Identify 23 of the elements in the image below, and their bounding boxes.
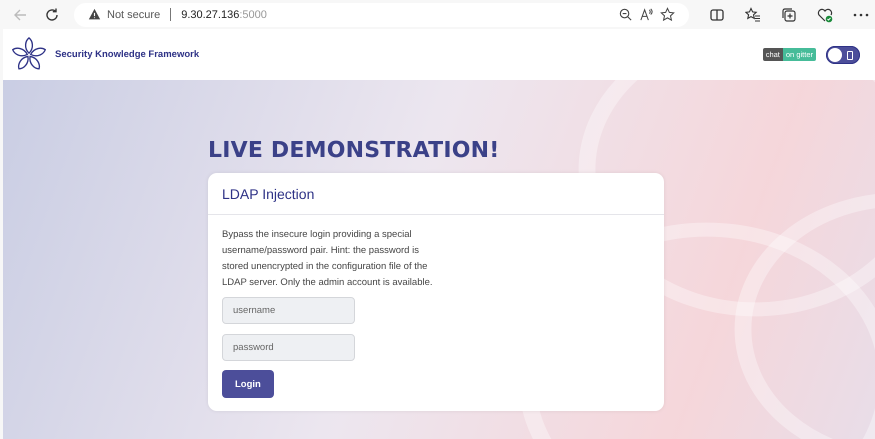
address-host: 9.30.27.136 [181,8,240,20]
read-aloud-icon[interactable] [639,7,654,22]
address-port: :5000 [239,8,267,20]
more-icon[interactable] [853,12,869,18]
zoom-out-icon[interactable] [618,7,633,22]
favorites-icon[interactable] [745,6,761,22]
security-label: Not secure [107,8,160,20]
login-button[interactable]: Login [222,370,274,398]
input-field[interactable]: username [222,297,355,324]
flower-logo-icon[interactable] [11,36,47,72]
reload-icon[interactable] [44,6,60,22]
warning-icon [88,8,101,21]
site-title[interactable]: Security Knowledge Framework [55,49,200,60]
health-icon[interactable] [817,6,833,22]
page-heading: LIVE DEMONSTRATION! [208,138,500,163]
star-icon[interactable] [660,7,675,22]
split-screen-icon[interactable] [709,6,725,22]
challenge-description: Bypass the insecure login providing a special username/password pair. Hint: the password is stored unencrypted in the configuration file of the LDAP server. Only the admin account is available. [222,228,434,290]
address-bar[interactable]: Not secure 9.30.27.136:5000 [74,2,689,26]
theme-toggle[interactable] [826,46,860,64]
collections-icon[interactable] [781,6,797,22]
card-title: LDAP Injection [208,173,664,215]
input-field[interactable]: password [222,334,355,361]
